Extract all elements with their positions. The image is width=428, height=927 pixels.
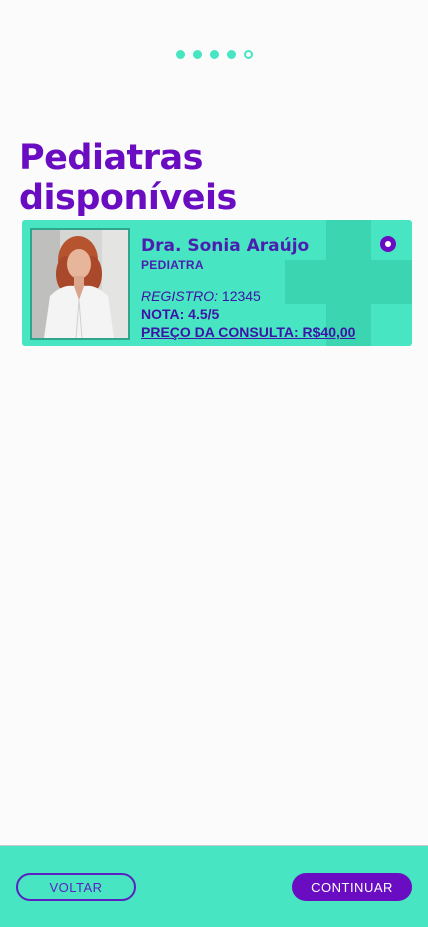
continue-button[interactable]: CONTINUAR bbox=[292, 873, 412, 901]
doctor-photo bbox=[30, 228, 130, 340]
progress-dots bbox=[0, 50, 428, 59]
progress-dot-current bbox=[243, 50, 253, 59]
doctor-card[interactable]: Dra. Sonia Araújo PEDIATRA REGISTRO: 123… bbox=[22, 220, 412, 346]
doctor-specialty: PEDIATRA bbox=[141, 258, 204, 272]
footer-bar: VOLTAR CONTINUAR bbox=[0, 845, 428, 927]
progress-dot-filled bbox=[226, 50, 236, 59]
doctor-price: PREÇO DA CONSULTA: R$40,00 bbox=[141, 324, 356, 340]
progress-dot-filled bbox=[175, 50, 185, 59]
page-title: Pediatras disponíveis bbox=[19, 138, 237, 218]
doctor-registro: REGISTRO: 12345 bbox=[141, 288, 355, 304]
doctor-select-radio[interactable] bbox=[380, 236, 396, 252]
progress-dot-filled bbox=[209, 50, 219, 59]
registro-label: REGISTRO: bbox=[141, 288, 219, 304]
radio-selected-dot bbox=[385, 241, 391, 247]
doctor-name: Dra. Sonia Araújo bbox=[141, 236, 310, 256]
doctor-info: Dra. Sonia Araújo PEDIATRA REGISTRO: 123… bbox=[141, 236, 355, 340]
back-button[interactable]: VOLTAR bbox=[16, 873, 136, 901]
registro-value: 12345 bbox=[221, 288, 261, 304]
doctor-rating: NOTA: 4.5/5 bbox=[141, 306, 220, 322]
progress-dot-filled bbox=[192, 50, 202, 59]
